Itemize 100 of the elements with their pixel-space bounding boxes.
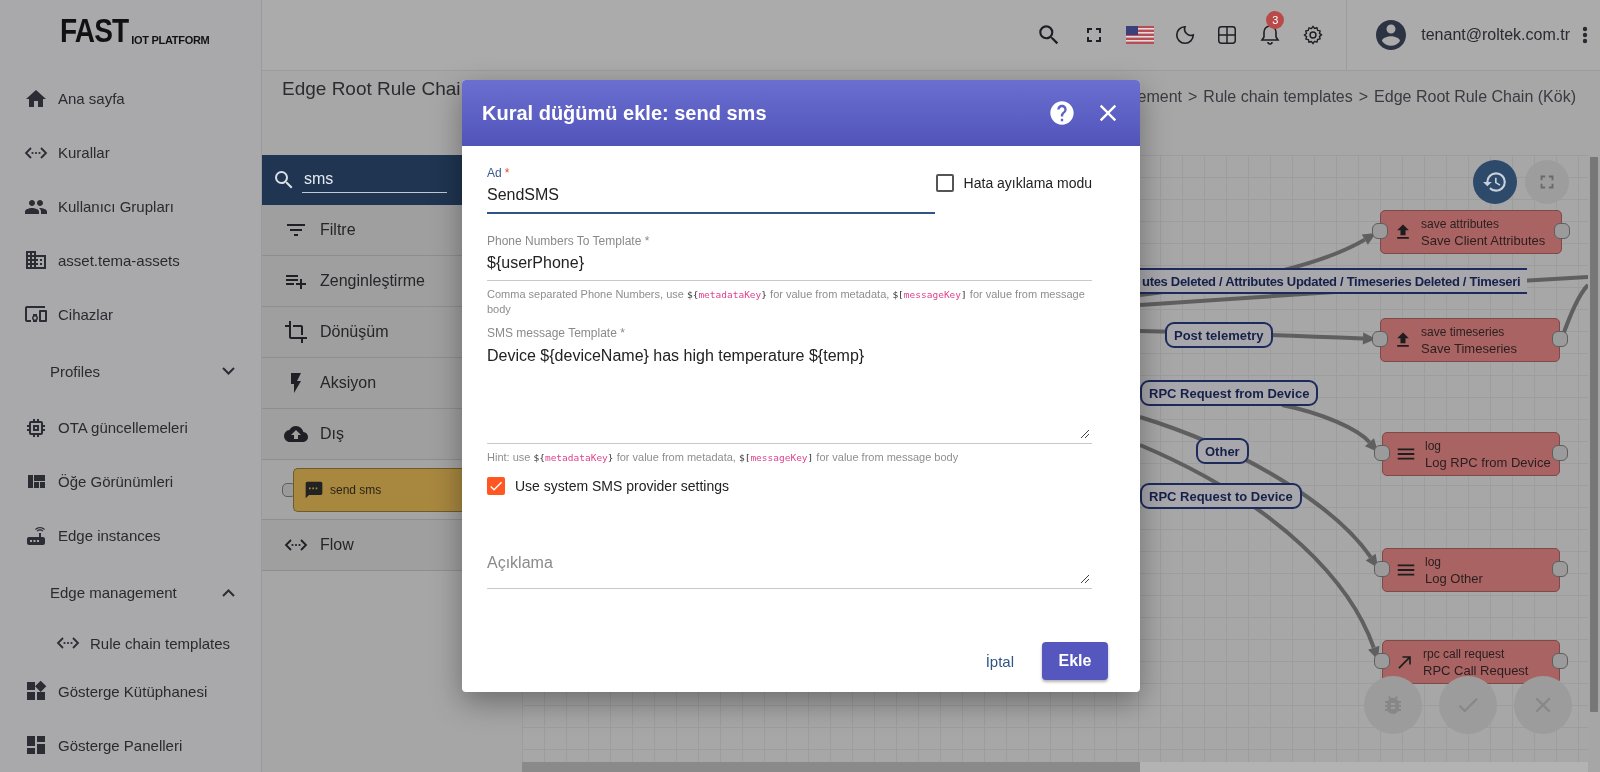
node-name: RPC Call Request xyxy=(1423,662,1529,678)
search-bar[interactable]: sms xyxy=(262,155,462,205)
node-name: Log RPC from Device xyxy=(1425,454,1551,470)
phone-numbers-field[interactable]: ${userPhone} xyxy=(487,248,1092,281)
breadcrumb-link[interactable]: Edge Root Rule Chain (Kök) xyxy=(1374,88,1576,155)
chevron-icon xyxy=(222,367,235,376)
cancel-button[interactable]: İptal xyxy=(981,644,1018,678)
name-field[interactable]: SendSMS xyxy=(487,180,935,214)
notification-badge: 3 xyxy=(1266,11,1285,29)
node-category[interactable]: Dış xyxy=(262,409,462,460)
hint-text: Hint: use ${metadataKey} for value from metadata, $[messageKey] for value from message body xyxy=(487,450,960,465)
sidebar-item-label: Kurallar xyxy=(58,144,110,162)
more-icon[interactable] xyxy=(1582,26,1588,44)
sidebar-item-label: Gösterge Kütüphanesi xyxy=(58,682,208,700)
node-name: Log Other xyxy=(1425,570,1483,586)
required-mark: * xyxy=(504,166,510,180)
sidebar-item-label: Öğe Görünümleri xyxy=(58,473,174,491)
category-label: Aksiyon xyxy=(320,374,377,392)
library-node[interactable]: send sms xyxy=(293,467,462,512)
sidebar-group[interactable]: Profiles xyxy=(0,341,261,401)
resize-grip-icon xyxy=(1080,574,1090,584)
message-template-field[interactable]: Device ${deviceName} has high temperature ${temp} xyxy=(487,340,1092,444)
node-port[interactable] xyxy=(1554,223,1570,239)
fullscreen-button[interactable] xyxy=(1525,160,1569,204)
node-port[interactable] xyxy=(1372,223,1388,239)
sidebar-item-label: asset.tema-assets xyxy=(58,251,180,269)
connection-label[interactable]: RPC Request to Device xyxy=(1140,483,1302,509)
node-port[interactable] xyxy=(1552,653,1568,669)
breadcrumb-separator: > xyxy=(1358,88,1369,107)
crop-icon xyxy=(284,320,308,344)
node-port[interactable] xyxy=(1374,653,1390,669)
field-label: Phone Numbers To Template * xyxy=(487,234,651,248)
horizontal-scrollbar[interactable] xyxy=(522,762,1588,772)
breadcrumb-separator: > xyxy=(1188,88,1198,107)
node-port[interactable] xyxy=(1374,445,1390,461)
category-label: Filtre xyxy=(320,221,356,239)
sidebar-item[interactable]: asset.tema-assets xyxy=(0,233,261,288)
node-port[interactable] xyxy=(1552,445,1568,461)
sidebar-item[interactable]: Öğe Görünümleri xyxy=(0,454,261,509)
sidebar-item[interactable]: Edge instances xyxy=(0,508,261,563)
sidebar-item[interactable]: Kurallar xyxy=(0,125,261,180)
connection-label[interactable]: Other xyxy=(1196,438,1249,464)
connection-label[interactable]: utes Deleted / Attributes Updated / Timeseries Deleted / Timeseri xyxy=(1140,268,1528,294)
sidebar-item-label: Kullanıcı Grupları xyxy=(58,198,174,215)
flag-icon xyxy=(1126,26,1155,44)
sidebar-subitem[interactable]: Rule chain templates xyxy=(0,622,261,665)
sidebar-item-label: Gösterge Panelleri xyxy=(58,736,183,754)
node-category[interactable]: Zenginleştirme xyxy=(262,256,462,307)
category-label: Dış xyxy=(320,425,344,443)
node-port[interactable] xyxy=(1552,561,1568,577)
sidebar-item-label: Cihazlar xyxy=(58,305,114,323)
checkbox[interactable] xyxy=(487,477,505,495)
chat-icon xyxy=(304,479,324,500)
resize-grip-icon xyxy=(1080,429,1090,439)
sidebar-item[interactable]: Kullanıcı Grupları xyxy=(0,179,261,234)
node-category[interactable]: Dönüşüm xyxy=(262,307,462,358)
settings-icon xyxy=(1302,24,1325,46)
sidebar-item-label: OTA güncellemeleri xyxy=(58,419,188,437)
node-category[interactable]: Aksiyon xyxy=(262,358,462,409)
sidebar-item[interactable]: Gösterge Kütüphanesi xyxy=(0,664,261,719)
node-type: save timeseries xyxy=(1421,324,1506,339)
sidebar-item-label: Rule chain templates xyxy=(90,634,231,652)
description-field[interactable]: Açıklama xyxy=(487,539,1092,589)
sidebar-item-label: Ana sayfa xyxy=(58,90,125,108)
history-icon xyxy=(1482,169,1508,195)
checkbox-label: Hata ayıklama modu xyxy=(963,175,1092,191)
node-type: log xyxy=(1425,554,1442,569)
node-category[interactable]: Flow xyxy=(262,520,462,571)
node-type: save attributes xyxy=(1421,216,1501,231)
search-field[interactable]: sms xyxy=(302,167,447,193)
node-name: Save Timeseries xyxy=(1421,340,1518,356)
category-label: Dönüşüm xyxy=(320,323,389,341)
add-button[interactable]: Ekle xyxy=(1042,642,1108,680)
page-title: Edge Root Rule Chai xyxy=(282,78,461,101)
connection-label[interactable]: Post telemetry xyxy=(1165,322,1273,348)
history-button[interactable] xyxy=(1473,160,1517,204)
grid-icon xyxy=(1216,24,1239,46)
node-name: send sms xyxy=(330,482,382,497)
dialog-title: Kural düğümü ekle: send sms xyxy=(482,101,768,125)
field-label: Ad xyxy=(487,166,502,180)
checkbox[interactable] xyxy=(935,174,954,192)
sidebar-item[interactable]: Gösterge Panelleri xyxy=(0,718,261,772)
logo-subtext: IOT PLATFORM xyxy=(131,34,210,46)
sidebar-item[interactable]: Cihazlar xyxy=(0,287,261,342)
category-label: Flow xyxy=(320,536,354,554)
sidebar-group-label: Profiles xyxy=(50,362,101,380)
node-port[interactable] xyxy=(1372,331,1388,347)
user-email[interactable]: tenant@roltek.com.tr xyxy=(1421,26,1570,44)
chevron-icon xyxy=(222,588,235,597)
category-label: Zenginleştirme xyxy=(320,272,425,290)
moon-icon xyxy=(1174,24,1197,46)
sidebar-item-label: Edge instances xyxy=(58,527,161,545)
sidebar-item[interactable]: OTA güncellemeleri xyxy=(0,401,261,455)
sidebar-item[interactable]: Ana sayfa xyxy=(0,71,261,126)
breadcrumb-link[interactable]: Rule chain templates xyxy=(1203,88,1353,155)
sidebar-group[interactable]: Edge management xyxy=(0,562,261,623)
connection-label[interactable]: RPC Request from Device xyxy=(1140,380,1319,406)
node-port[interactable] xyxy=(1374,561,1390,577)
node-category[interactable]: Filtre xyxy=(262,205,462,256)
node-port[interactable] xyxy=(1552,331,1568,347)
